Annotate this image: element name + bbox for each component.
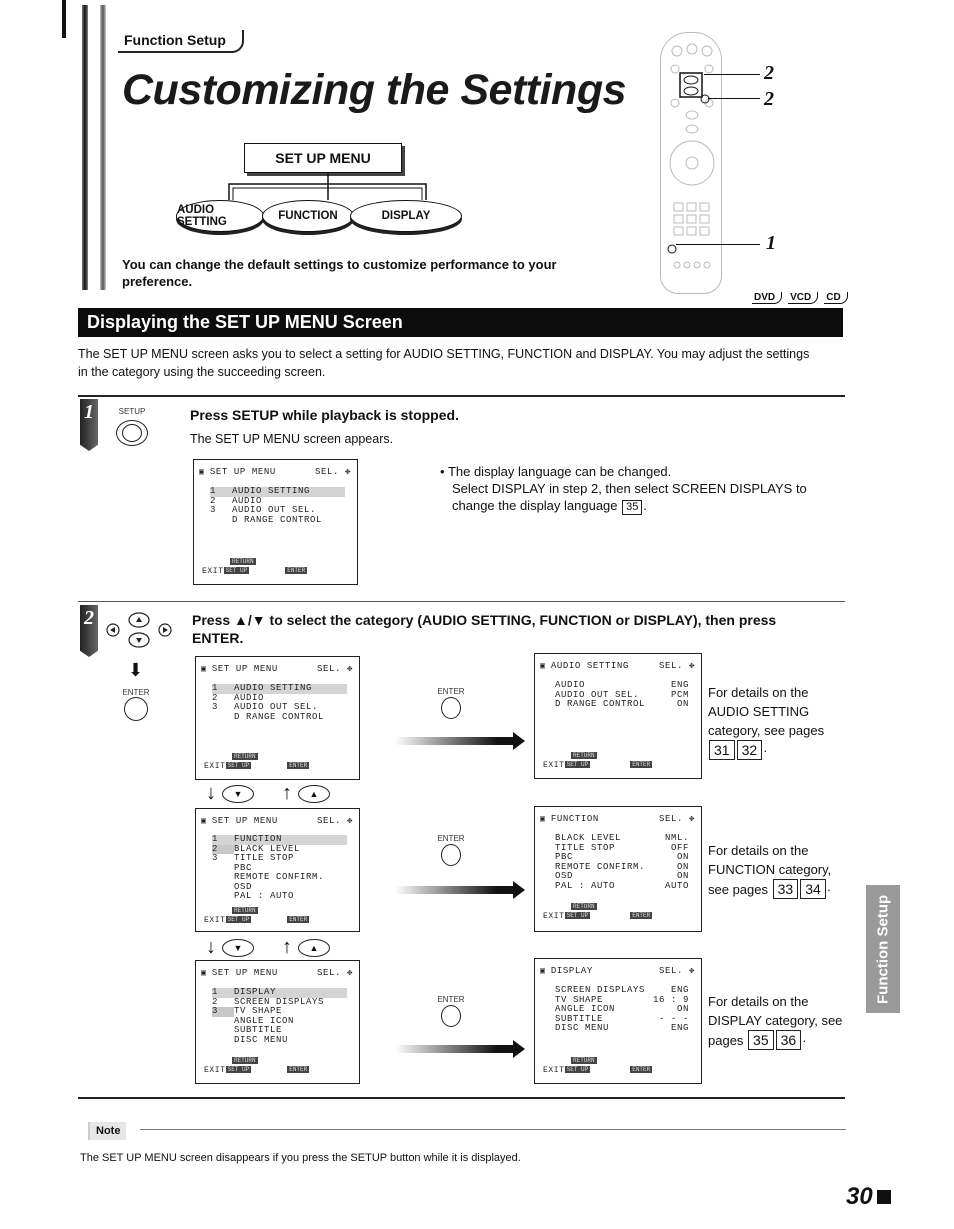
- disc-tag-cd: CD: [824, 292, 848, 304]
- decorative-bar: [100, 5, 106, 290]
- callout-line: [708, 98, 760, 99]
- callout-line: [704, 74, 760, 75]
- flow-arrow-icon: [395, 732, 525, 750]
- setup-button-label: SETUP: [118, 407, 146, 416]
- enter-label: ENTER: [437, 834, 465, 843]
- down-key-hint: ↓ ▼: [206, 782, 254, 805]
- page-ref-link[interactable]: 36: [775, 1030, 802, 1050]
- enter-button-icon: [124, 697, 148, 721]
- osd-row: 3 TITLE STOP: [212, 853, 295, 863]
- down-arrow-icon: ⬇: [128, 660, 144, 680]
- osd-row: D RANGE CONTROL: [234, 711, 325, 722]
- section-heading: Displaying the SET UP MENU Screen: [78, 308, 843, 337]
- up-key-hint: ↑ ▲: [282, 936, 330, 959]
- remote-control-illustration: [660, 32, 722, 294]
- osd-title: SET UP MENU: [199, 467, 276, 477]
- page-marker-icon: [876, 1190, 891, 1204]
- osd-setup-menu-audio-step2: SET UP MENUSEL. ✥ 1AUDIO SETTING 2AUDIO …: [195, 656, 360, 780]
- diagram-root: SET UP MENU: [244, 143, 402, 173]
- enter-label: ENTER: [437, 687, 465, 696]
- osd-row: PAL : AUTO AUTO: [555, 880, 689, 891]
- divider: [78, 395, 845, 397]
- note-label: Note: [88, 1122, 127, 1140]
- diagram-branch-display: DISPLAY: [350, 200, 462, 232]
- step1-subtitle: The SET UP MENU screen appears.: [190, 432, 394, 446]
- osd-row: TITLE STOP OFF: [555, 842, 689, 853]
- enter-label: ENTER: [437, 995, 465, 1004]
- page-ref-link[interactable]: 35: [622, 500, 643, 515]
- page-ref-link[interactable]: 34: [800, 879, 826, 899]
- diagram-branch-function: FUNCTION: [262, 200, 354, 232]
- osd-row: REMOTE CONFIRM. ON: [555, 861, 689, 872]
- osd-row: DISC MENU ENG: [555, 1023, 689, 1033]
- step-number-2: 2: [80, 605, 98, 657]
- diagram-connector: [228, 172, 427, 200]
- divider: [78, 601, 845, 602]
- page-ref-link[interactable]: 32: [736, 740, 763, 760]
- step2-title: Press ▲/▼ to select the category (AUDIO …: [192, 612, 777, 646]
- enter-button-icon: [441, 844, 461, 866]
- remote-buttons-icon: [667, 43, 715, 269]
- osd-row: PAL : AUTO: [234, 891, 295, 901]
- note-divider: [140, 1129, 846, 1130]
- callout-step-1: 1: [766, 232, 776, 254]
- callout-line: [676, 244, 760, 245]
- section-description: The SET UP MENU screen asks you to selec…: [78, 347, 810, 379]
- setup-button-icon: [116, 420, 148, 446]
- details-display: For details on the DISPLAY category, see…: [708, 994, 843, 1050]
- osd-setup-menu-audio: SET UP MENUSEL. ✥ 1AUDIO SETTING 2AUDIO …: [193, 459, 358, 585]
- side-tab-function-setup[interactable]: Function Setup: [866, 885, 900, 1013]
- left-edge-bar: [62, 0, 66, 38]
- details-audio-setting: For details on the AUDIO SETTING categor…: [708, 685, 825, 760]
- flow-arrow-icon: [395, 881, 525, 899]
- up-key-hint: ↑ ▲: [282, 782, 330, 805]
- step-number-1: 1: [80, 399, 98, 451]
- step1-note: • The display language can be changed. S…: [440, 464, 807, 515]
- osd-display: DISPLAYSEL. ✥ SCREEN DISPLAYSENG TV SHAP…: [534, 958, 702, 1084]
- osd-row-selected: 1 AUDIO SETTING: [212, 683, 347, 694]
- osd-setup-menu-function: SET UP MENUSEL. ✥ 1FUNCTION 2BLACK LEVEL…: [195, 808, 360, 932]
- down-key-hint: ↓ ▼: [206, 936, 254, 959]
- enter-button-label: ENTER: [122, 688, 150, 697]
- disc-type-tags: DVD VCD CD: [752, 292, 848, 304]
- flow-arrow-icon: [395, 1040, 525, 1058]
- page-title: Customizing the Settings: [122, 66, 627, 114]
- page-ref-link[interactable]: 31: [709, 740, 735, 760]
- enter-button-icon: [441, 1005, 461, 1027]
- callout-step-2: 2: [764, 62, 774, 84]
- osd-row-selected: 1 AUDIO SETTING: [210, 486, 345, 497]
- osd-audio-setting: AUDIO SETTINGSEL. ✥ AUDIOENG AUDIO OUT S…: [534, 653, 702, 779]
- osd-footer: RETURN EXIT SET UP ENTER: [202, 558, 308, 576]
- osd-row: REMOTE CONFIRM.: [234, 872, 325, 882]
- step1-title: Press SETUP while playback is stopped.: [190, 407, 459, 423]
- diagram-branch-audio-setting: AUDIO SETTING: [176, 200, 264, 232]
- disc-tag-vcd: VCD: [788, 292, 819, 304]
- enter-button-icon: [441, 697, 461, 719]
- osd-row: D RANGE CONTROL: [232, 514, 323, 525]
- page-ref-link[interactable]: 35: [748, 1030, 774, 1050]
- page-ref-link[interactable]: 33: [772, 879, 799, 899]
- osd-row: D RANGE CONTROL ON: [555, 699, 689, 709]
- osd-row: DISC MENU: [234, 1034, 289, 1045]
- divider: [78, 1097, 845, 1099]
- section-tab: Function Setup: [118, 30, 244, 53]
- callout-step-2: 2: [764, 88, 774, 110]
- osd-sel: SEL. ✥: [314, 467, 351, 477]
- osd-setup-menu-display: SET UP MENUSEL. ✥ 1DISPLAY 2SCREEN DISPL…: [195, 960, 360, 1084]
- intro-text: You can change the default settings to c…: [122, 257, 557, 289]
- note-text: The SET UP MENU screen disappears if you…: [80, 1152, 521, 1164]
- details-function: For details on the FUNCTION category, se…: [708, 843, 832, 899]
- page-number: 30: [846, 1183, 891, 1211]
- dpad-icon: [106, 612, 172, 648]
- disc-tag-dvd: DVD: [752, 292, 783, 304]
- osd-function: FUNCTIONSEL. ✥ BLACK LEVELNML. TITLE STO…: [534, 806, 702, 932]
- decorative-bar: [82, 5, 88, 290]
